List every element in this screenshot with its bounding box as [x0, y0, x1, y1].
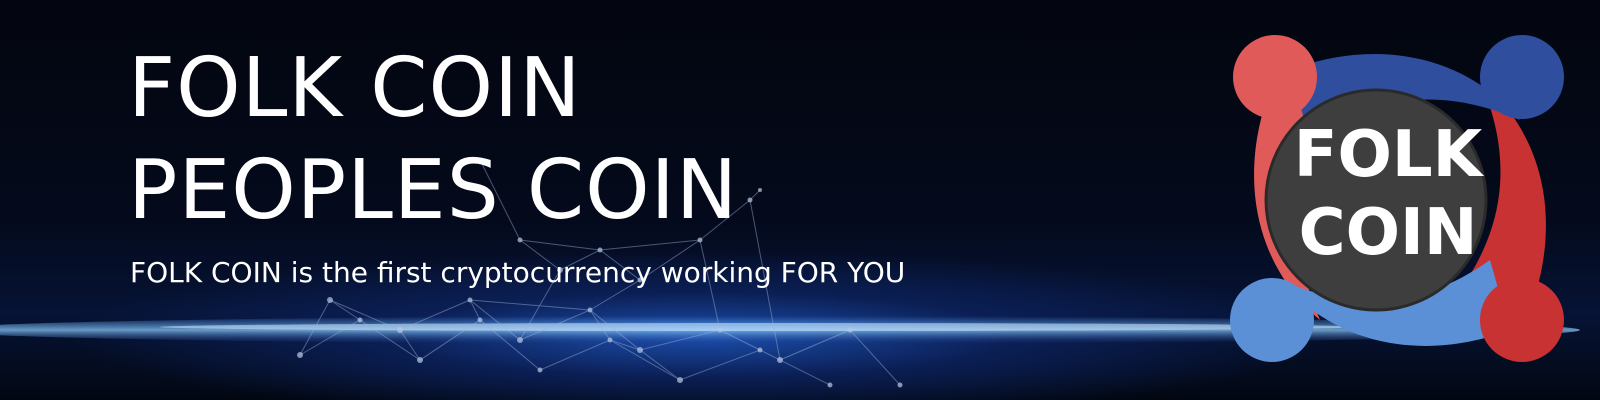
- hero-banner: FOLK COIN PEOPLES COIN FOLK COIN is the …: [0, 0, 1600, 400]
- headline: FOLK COIN PEOPLES COIN: [128, 38, 738, 242]
- headline-line-1: FOLK COIN: [128, 41, 582, 136]
- logo-text: FOLK COIN: [1268, 116, 1508, 272]
- logo-text-line-1: FOLK: [1293, 118, 1483, 192]
- logo-dot-bottom-right: [1480, 278, 1564, 362]
- logo-dot-bottom-left: [1230, 278, 1314, 362]
- logo-dot-top-right: [1480, 35, 1564, 119]
- logo-text-line-2: COIN: [1298, 196, 1478, 270]
- tagline: FOLK COIN is the first cryptocurrency wo…: [130, 256, 906, 289]
- headline-line-2: PEOPLES COIN: [128, 143, 739, 238]
- logo-dot-top-left: [1233, 35, 1317, 119]
